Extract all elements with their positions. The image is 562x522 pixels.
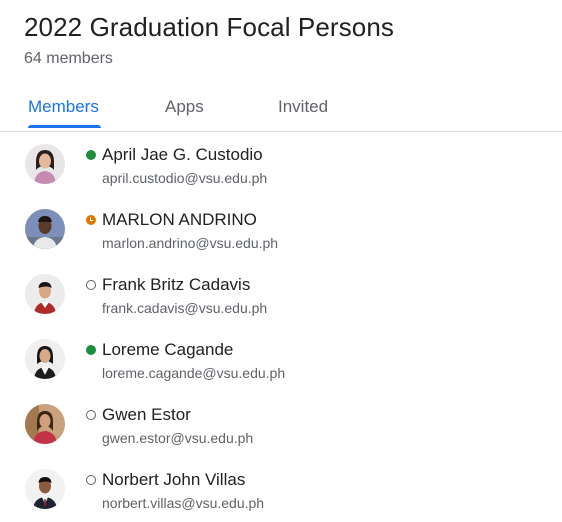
tab-invited[interactable]: Invited bbox=[278, 96, 328, 118]
member-row[interactable]: Loreme Cagande loreme.cagande@vsu.edu.ph bbox=[0, 327, 562, 392]
avatar[interactable] bbox=[25, 144, 65, 184]
member-row[interactable]: Frank Britz Cadavis frank.cadavis@vsu.ed… bbox=[0, 262, 562, 327]
member-email: loreme.cagande@vsu.edu.ph bbox=[102, 365, 286, 381]
active-tab-indicator bbox=[28, 125, 101, 128]
status-offline-icon bbox=[86, 410, 96, 420]
member-email: norbert.villas@vsu.edu.ph bbox=[102, 495, 265, 511]
tab-bar: Members Apps Invited bbox=[0, 84, 562, 132]
status-online-icon bbox=[86, 345, 96, 355]
member-row[interactable]: MARLON ANDRINO marlon.andrino@vsu.edu.ph bbox=[0, 197, 562, 262]
member-name: MARLON ANDRINO bbox=[102, 210, 257, 229]
tab-members[interactable]: Members bbox=[28, 96, 99, 118]
member-email: marlon.andrino@vsu.edu.ph bbox=[102, 235, 279, 251]
member-list: April Jae G. Custodio april.custodio@vsu… bbox=[0, 132, 562, 522]
status-online-icon bbox=[86, 150, 96, 160]
avatar[interactable] bbox=[25, 209, 65, 249]
tab-apps[interactable]: Apps bbox=[165, 96, 204, 118]
avatar[interactable] bbox=[25, 274, 65, 314]
member-email: frank.cadavis@vsu.edu.ph bbox=[102, 300, 268, 316]
group-title: 2022 Graduation Focal Persons bbox=[24, 12, 395, 42]
member-name: Frank Britz Cadavis bbox=[102, 275, 251, 294]
avatar[interactable] bbox=[25, 469, 65, 509]
member-count: 64 members bbox=[24, 50, 113, 67]
status-offline-icon bbox=[86, 475, 96, 485]
avatar[interactable] bbox=[25, 339, 65, 379]
member-name: Gwen Estor bbox=[102, 405, 191, 424]
member-name: Loreme Cagande bbox=[102, 340, 234, 359]
member-row[interactable]: Gwen Estor gwen.estor@vsu.edu.ph bbox=[0, 392, 562, 457]
member-name: Norbert John Villas bbox=[102, 470, 246, 489]
avatar[interactable] bbox=[25, 404, 65, 444]
group-header: 2022 Graduation Focal Persons 64 members bbox=[24, 10, 394, 69]
member-row[interactable]: April Jae G. Custodio april.custodio@vsu… bbox=[0, 132, 562, 197]
member-row[interactable]: Norbert John Villas norbert.villas@vsu.e… bbox=[0, 457, 562, 522]
member-name: April Jae G. Custodio bbox=[102, 145, 263, 164]
status-away-icon bbox=[86, 215, 96, 225]
member-email: april.custodio@vsu.edu.ph bbox=[102, 170, 268, 186]
member-email: gwen.estor@vsu.edu.ph bbox=[102, 430, 254, 446]
status-offline-icon bbox=[86, 280, 96, 290]
